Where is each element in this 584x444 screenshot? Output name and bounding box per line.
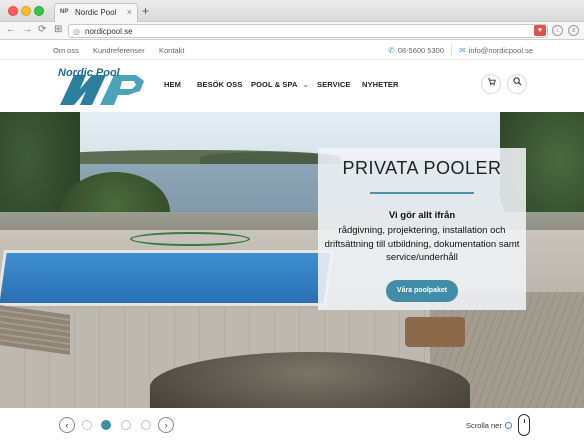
nav-hem[interactable]: HEM [164,80,181,89]
nav-besok-oss[interactable]: BESÖK OSS [197,80,243,89]
browser-titlebar: NP Nordic Pool × + [0,0,584,22]
chevron-down-icon: ⌄ [302,80,309,89]
nav-pool-spa-label: POOL & SPA [251,80,298,89]
browser-toolbar: ← → ⟳ ⊞ ◎ nordicpool.se ♥ ↓ ≡ [0,22,584,40]
mail-icon: ✉ [459,46,466,55]
hero-far-shore-2 [200,152,330,164]
slide-dot-1[interactable] [82,420,92,430]
hero-body: rådgivning, projektering, installation o… [324,225,520,263]
logo-text: Nordic Pool [58,67,120,79]
poolpaket-button[interactable]: Våra poolpaket [386,280,458,302]
phone-contact[interactable]: ✆ 08-5600 5300 [388,46,444,55]
cart-button[interactable] [481,74,501,94]
top-bar: Om oss Kundreferenser Kontakt ✆ 08-5600 5… [0,40,584,60]
download-icon[interactable]: ↓ [552,25,563,36]
menu-icon[interactable]: ≡ [568,25,579,36]
phone-number: 08-5600 5300 [397,46,444,55]
slide-dot-4[interactable] [141,420,151,430]
hero-garden-hose [130,232,250,246]
close-window-button[interactable] [8,6,18,16]
topbar-divider [451,45,452,55]
new-tab-button[interactable]: + [142,4,149,18]
phone-icon: ✆ [388,46,395,55]
next-slide-button[interactable]: › [158,417,174,433]
toplink-kontakt[interactable]: Kontakt [159,46,184,55]
hero-title: PRIVATA POOLER [342,158,502,178]
site-header: Nordic Pool HEM BESÖK OSS POOL & SPA ⌄ S… [0,60,584,112]
slide-dot-2[interactable] [101,420,111,430]
cart-icon [487,78,496,86]
hero-caption-box: PRIVATA POOLER Vi gör allt ifrån rådgivn… [318,148,526,310]
slider-controls: ‹ › Scrolla ner [0,408,584,444]
site-logo[interactable]: Nordic Pool [56,67,152,107]
nav-pool-spa[interactable]: POOL & SPA ⌄ [251,80,309,89]
email-contact[interactable]: ✉ info@nordicpool.se [459,46,533,55]
slide-dot-3[interactable] [121,420,131,430]
search-icon [512,77,521,86]
bookmark-heart-icon[interactable]: ♥ [534,25,546,36]
forward-icon[interactable]: → [22,24,32,35]
email-address: info@nordicpool.se [468,46,534,55]
hero-title-divider [370,192,474,194]
apps-icon[interactable]: ⊞ [54,24,62,35]
reload-icon[interactable]: ⟳ [38,24,46,35]
tab-title: Nordic Pool [75,8,117,17]
globe-icon: ◎ [73,27,80,36]
toplink-om-oss[interactable]: Om oss [53,46,79,55]
prev-slide-button[interactable]: ‹ [59,417,75,433]
url-text: nordicpool.se [85,27,133,36]
toplink-kundreferenser[interactable]: Kundreferenser [93,46,145,55]
mouse-scroll-icon[interactable] [518,414,530,436]
address-bar[interactable]: ◎ nordicpool.se [68,24,548,38]
nav-nyheter[interactable]: NYHETER [362,80,399,89]
hero-lead: Vi gör allt ifrån [388,210,456,221]
back-icon[interactable]: ← [6,24,16,35]
tab-close-icon[interactable]: × [127,7,132,17]
hero-planter [405,317,465,347]
scroll-dot-icon [505,422,512,429]
maximize-window-button[interactable] [34,6,44,16]
scroll-down-label[interactable]: Scrolla ner [466,421,502,430]
favicon-icon: NP [60,9,69,15]
hero-pool [0,250,334,306]
browser-tab[interactable]: NP Nordic Pool × [54,3,138,22]
minimize-window-button[interactable] [21,6,31,16]
search-button[interactable] [507,74,527,94]
nav-service[interactable]: SERVICE [317,80,351,89]
